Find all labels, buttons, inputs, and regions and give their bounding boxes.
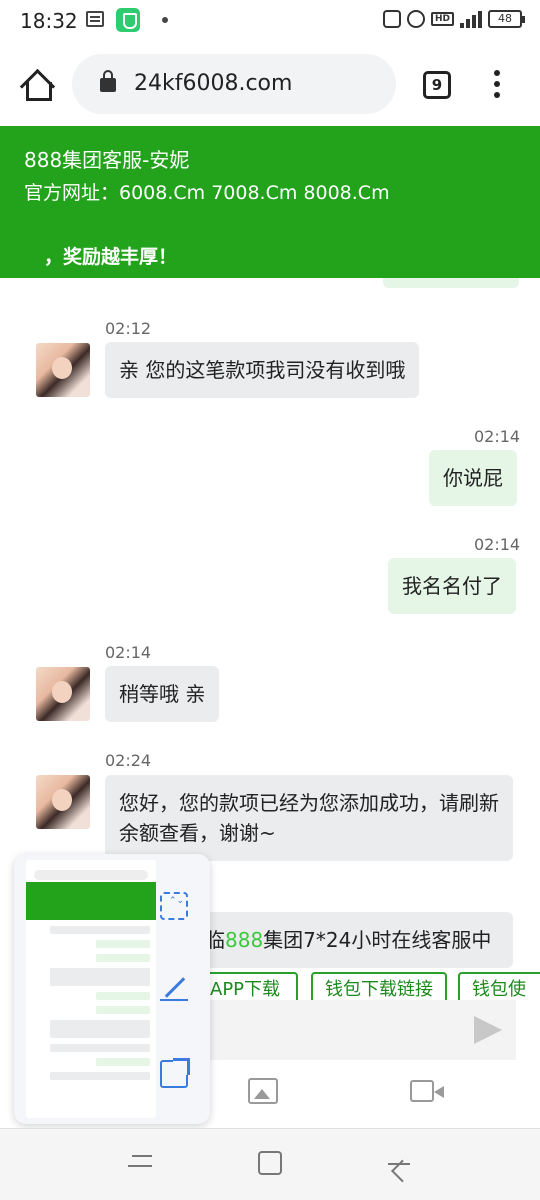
incoming-message: 稍等哦 亲	[105, 666, 220, 722]
browser-toolbar: 24kf6008.com 9	[0, 40, 540, 126]
video-icon[interactable]	[410, 1080, 444, 1102]
share-screenshot-icon[interactable]	[160, 1058, 190, 1088]
previous-message-bubble	[383, 278, 519, 288]
edit-screenshot-icon[interactable]	[160, 974, 188, 1002]
agent-avatar[interactable]	[36, 775, 90, 829]
back-icon[interactable]	[388, 1163, 410, 1165]
status-time: 18:32	[20, 9, 78, 33]
lock-icon[interactable]	[100, 70, 116, 92]
outgoing-message: 我名名付了	[388, 558, 516, 614]
address-bar[interactable]: 24kf6008.com	[72, 54, 396, 114]
scrolling-screenshot-icon[interactable]	[160, 892, 188, 920]
signal-icon	[460, 10, 482, 28]
message-time: 02:14	[474, 535, 521, 554]
message-time: 02:24	[105, 751, 152, 770]
recent-apps-icon[interactable]	[128, 1153, 152, 1175]
welcome-suffix: 集团7*24小时在线客服中	[263, 928, 492, 952]
incoming-message: 您好，您的款项已经为您添加成功，请刷新余额查看，谢谢~	[105, 775, 513, 861]
message-notification-icon	[86, 11, 104, 27]
url-text[interactable]: 24kf6008.com	[134, 71, 292, 96]
system-navigation-bar	[0, 1128, 540, 1200]
more-notifications-dot-icon	[162, 17, 168, 23]
message-time: 02:14	[474, 427, 521, 446]
hotspot-icon	[406, 10, 425, 28]
screenshot-thumbnail[interactable]	[26, 860, 156, 1118]
agent-avatar[interactable]	[36, 667, 90, 721]
screenshot-preview	[14, 854, 210, 1124]
status-bar: 18:32 HD 48	[0, 0, 540, 40]
marquee-notice: ，奖励越丰厚！	[44, 246, 178, 268]
home-button-icon[interactable]	[258, 1151, 282, 1175]
chat-header: 888集团客服-安妮 官方网址：6008.Cm 7008.Cm 8008.Cm …	[0, 126, 540, 278]
incoming-message: 亲 您的这笔款项我司没有收到哦	[105, 342, 420, 398]
battery-icon: 48	[488, 10, 525, 28]
mute-bell-icon	[382, 10, 401, 28]
overflow-menu-icon[interactable]	[494, 70, 500, 100]
outgoing-message: 你说屁	[429, 450, 517, 506]
official-site-line: 官方网址：6008.Cm 7008.Cm 8008.Cm	[24, 182, 390, 204]
message-time: 02:12	[105, 319, 152, 338]
security-app-icon	[116, 8, 140, 32]
agent-avatar[interactable]	[36, 343, 90, 397]
message-time: 02:14	[105, 643, 152, 662]
send-icon[interactable]	[474, 1016, 502, 1044]
hd-voice-icon: HD	[430, 12, 454, 26]
tab-switcher-button[interactable]: 9	[423, 71, 451, 99]
status-icons: HD 48	[382, 10, 525, 28]
agent-title: 888集团客服-安妮	[24, 148, 190, 172]
image-icon[interactable]	[248, 1078, 278, 1104]
welcome-number: 888	[225, 928, 264, 952]
home-icon[interactable]	[20, 70, 52, 101]
